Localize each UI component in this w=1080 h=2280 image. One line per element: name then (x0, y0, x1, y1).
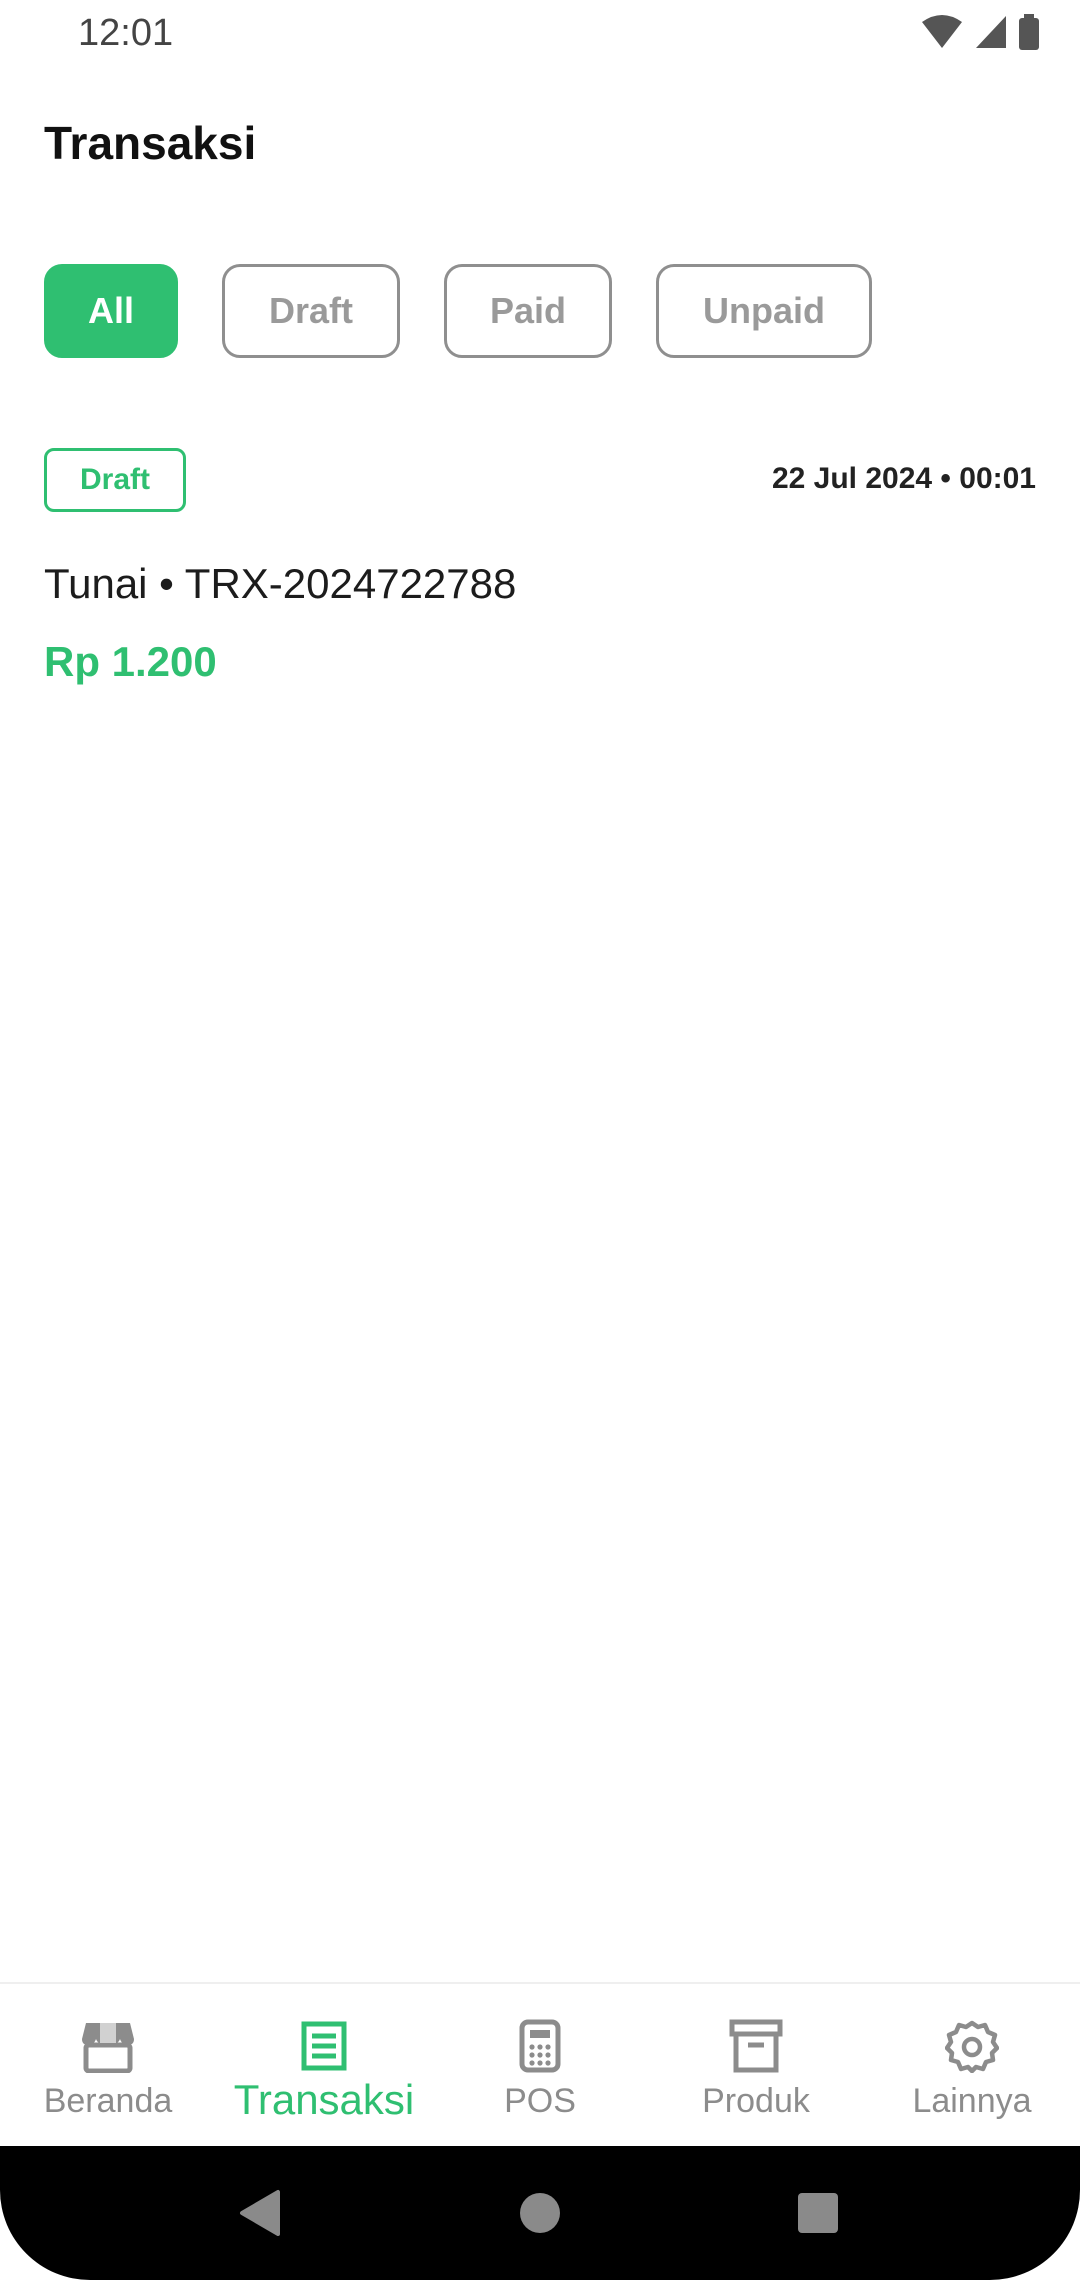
recents-button[interactable] (778, 2146, 858, 2280)
back-triangle-icon (240, 2190, 280, 2236)
nav-item-beranda[interactable]: Beranda (0, 1984, 216, 2148)
nav-item-transaksi[interactable]: Transaksi (216, 1984, 432, 2148)
nav-label: Transaksi (233, 2076, 415, 2123)
transaction-title: Tunai • TRX-2024722788 (44, 560, 517, 607)
nav-label: Lainnya (912, 2082, 1032, 2120)
status-icons (920, 14, 1040, 50)
nav-label: Produk (702, 2082, 810, 2120)
home-circle-icon (520, 2193, 560, 2233)
transaction-amount: Rp 1.200 (44, 638, 217, 685)
back-button[interactable] (220, 2146, 300, 2280)
nav-item-produk[interactable]: Produk (648, 1984, 864, 2148)
wifi-icon (922, 15, 962, 48)
status-badge: Draft (44, 448, 186, 512)
system-nav-bar (0, 2146, 1080, 2280)
gear-icon (945, 2016, 999, 2076)
nav-item-lainnya[interactable]: Lainnya (864, 1984, 1080, 2148)
nav-label: Beranda (43, 2082, 173, 2120)
transaction-date: 22 Jul 2024 • 00:01 (771, 462, 1036, 495)
nav-item-pos[interactable]: POS (432, 1984, 648, 2148)
battery-icon (1019, 14, 1039, 50)
filter-chip-paid[interactable]: Paid (444, 264, 612, 358)
bottom-nav: Beranda Transaksi POS Produk Lainnya (0, 1982, 1080, 2148)
filter-chip-all[interactable]: All (44, 264, 178, 358)
page-title: Transaksi (44, 117, 257, 169)
nav-label: POS (504, 2082, 576, 2120)
calculator-icon (519, 2016, 561, 2076)
recents-square-icon (798, 2193, 838, 2233)
archive-box-icon (729, 2016, 783, 2076)
status-time: 12:01 (78, 12, 174, 54)
filter-chips: All Draft Paid Unpaid (44, 264, 872, 358)
filter-chip-unpaid[interactable]: Unpaid (656, 264, 872, 358)
receipt-icon (300, 2016, 348, 2076)
store-icon (80, 2016, 136, 2076)
signal-icon (976, 16, 1006, 48)
status-bar: 12:01 (0, 0, 1080, 72)
filter-chip-draft[interactable]: Draft (222, 264, 400, 358)
home-button[interactable] (500, 2146, 580, 2280)
